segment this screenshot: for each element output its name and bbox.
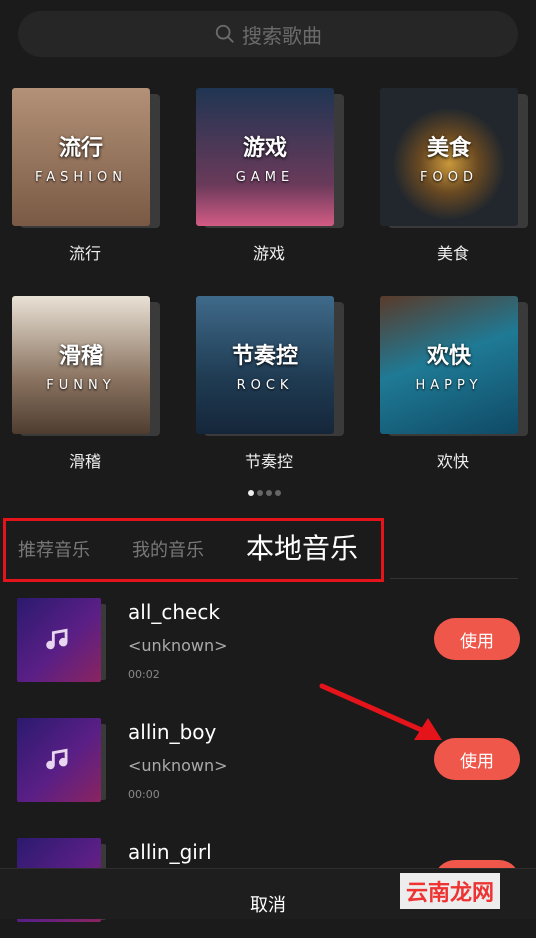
divider xyxy=(390,578,518,579)
category-title: 游戏 xyxy=(242,135,287,161)
tab-my-music[interactable]: 我的音乐 xyxy=(132,536,204,562)
category-title: 欢快 xyxy=(426,343,471,369)
page-indicator xyxy=(248,490,281,496)
music-note-icon xyxy=(46,628,68,650)
music-note-icon xyxy=(46,748,68,770)
annotation-arrow-icon xyxy=(319,683,442,740)
page-dot xyxy=(266,490,272,496)
song-duration: 00:00 xyxy=(128,788,160,801)
category-title: 流行 xyxy=(58,135,103,161)
page-dot xyxy=(275,490,281,496)
song-item[interactable]: all_check <unknown> 00:02 使用 xyxy=(0,598,536,698)
category-subtitle: ROCK xyxy=(236,377,294,393)
category-subtitle: FUNNY xyxy=(46,377,116,393)
category-item[interactable]: 美食 FOOD 美食 xyxy=(368,88,536,264)
search-placeholder: 搜索歌曲 xyxy=(242,23,322,48)
song-cover xyxy=(17,718,101,802)
category-item[interactable]: 欢快 HAPPY 欢快 xyxy=(368,296,536,472)
category-label: 欢快 xyxy=(436,452,469,471)
category-item[interactable]: 流行 FASHION 流行 xyxy=(0,88,170,264)
category-subtitle: GAME xyxy=(235,169,295,185)
song-name: allin_boy xyxy=(128,720,217,744)
page-dot xyxy=(257,490,263,496)
page-dot xyxy=(248,490,254,496)
category-cover: 流行 FASHION xyxy=(12,88,150,226)
category-title: 美食 xyxy=(426,135,471,161)
watermark: 云南龙网 xyxy=(400,873,501,909)
song-name: all_check xyxy=(128,600,220,624)
song-artist: <unknown> xyxy=(128,636,228,655)
category-label: 节奏控 xyxy=(244,452,293,471)
use-button[interactable]: 使用 xyxy=(434,618,520,660)
category-cover: 美食 FOOD xyxy=(380,88,518,226)
song-item[interactable]: allin_boy <unknown> 00:00 使用 xyxy=(0,718,536,818)
tab-local-music[interactable]: 本地音乐 xyxy=(246,527,358,567)
tab-recommended[interactable]: 推荐音乐 xyxy=(18,536,90,562)
category-label: 游戏 xyxy=(252,244,285,263)
category-subtitle: HAPPY xyxy=(415,377,483,393)
category-title: 滑稽 xyxy=(58,343,103,369)
song-artist: <unknown> xyxy=(128,756,228,775)
song-cover xyxy=(17,598,101,682)
song-name: allin_girl xyxy=(128,840,212,864)
category-cover: 欢快 HAPPY xyxy=(380,296,518,434)
song-duration: 00:02 xyxy=(128,668,160,681)
category-cover: 滑稽 FUNNY xyxy=(12,296,150,434)
category-item[interactable]: 节奏控 ROCK 节奏控 xyxy=(184,296,354,472)
category-label: 滑稽 xyxy=(68,452,101,471)
category-subtitle: FOOD xyxy=(420,169,478,185)
category-title: 节奏控 xyxy=(231,343,298,369)
category-label: 流行 xyxy=(68,244,101,263)
category-item[interactable]: 滑稽 FUNNY 滑稽 xyxy=(0,296,170,472)
category-subtitle: FASHION xyxy=(35,169,127,185)
search-bar[interactable]: 搜索歌曲 xyxy=(18,11,518,57)
category-cover: 游戏 GAME xyxy=(196,88,334,226)
category-cover: 节奏控 ROCK xyxy=(196,296,334,434)
category-item[interactable]: 游戏 GAME 游戏 xyxy=(184,88,354,264)
category-label: 美食 xyxy=(436,244,469,263)
search-icon xyxy=(215,24,234,43)
